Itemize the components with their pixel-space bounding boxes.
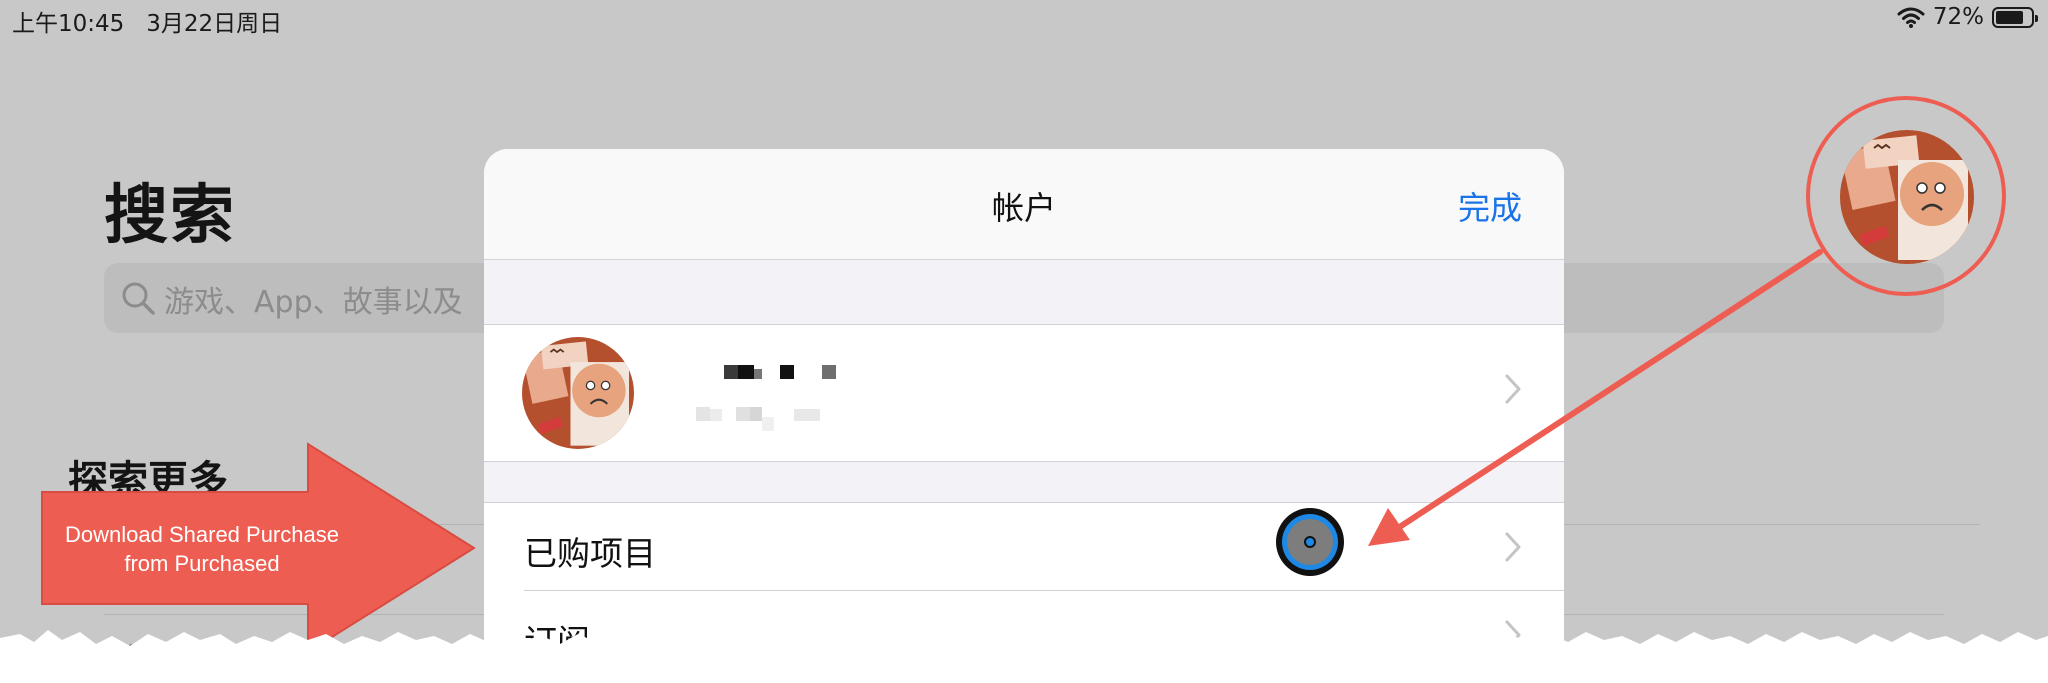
pointer-arrow-line bbox=[1395, 249, 1823, 531]
app-store-screen: 上午10:45 3月22日周日 72% 搜索 游戏、App、故事以及 探索更多 … bbox=[0, 0, 2048, 683]
callout-line2: from Purchased bbox=[124, 551, 280, 576]
torn-edge-decoration bbox=[0, 630, 2048, 683]
annotation-layer bbox=[41, 249, 1823, 654]
callout-text: Download Shared Purchase from Purchased bbox=[44, 520, 360, 578]
callout-line1: Download Shared Purchase bbox=[65, 522, 339, 547]
